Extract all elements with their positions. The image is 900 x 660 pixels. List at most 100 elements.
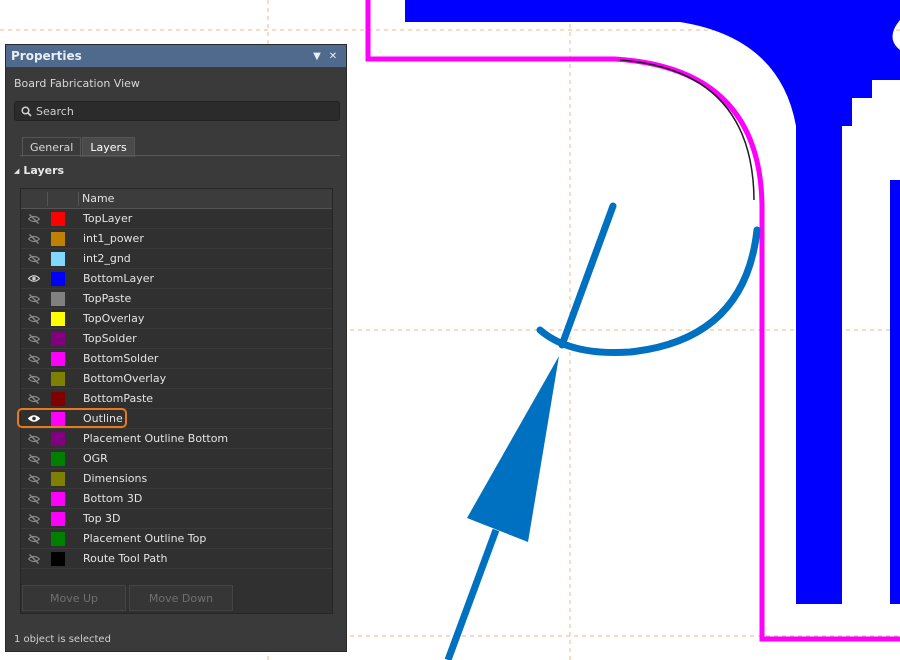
eye-hidden-icon[interactable] <box>21 513 47 524</box>
layer-color-swatch[interactable] <box>51 511 65 526</box>
layer-color-swatch[interactable] <box>51 491 65 506</box>
eye-hidden-icon[interactable] <box>21 233 47 244</box>
layer-name: BottomOverlay <box>83 372 167 385</box>
layer-row[interactable]: int1_power <box>21 229 332 249</box>
layer-row[interactable]: TopSolder <box>21 329 332 349</box>
bottom-layer-copper-stub <box>890 180 900 604</box>
eye-hidden-icon[interactable] <box>21 313 47 324</box>
section-title: Layers <box>23 164 65 177</box>
layers-table-header: Name <box>21 189 332 209</box>
menu-dropdown-icon[interactable]: ▼ <box>310 51 324 62</box>
eye-hidden-icon[interactable] <box>21 373 47 384</box>
layer-color-swatch[interactable] <box>51 471 65 486</box>
layer-row[interactable]: BottomSolder <box>21 349 332 369</box>
layers-table: Name TopLayer int1_power int2_gnd BottomLay… <box>17 188 333 614</box>
eye-hidden-icon[interactable] <box>21 493 47 504</box>
layer-color-swatch[interactable] <box>51 331 65 346</box>
layer-name: OGR <box>83 452 108 465</box>
visibility-column-header[interactable] <box>21 191 48 206</box>
layer-name: TopOverlay <box>83 312 145 325</box>
color-column-header[interactable] <box>48 191 79 206</box>
eye-hidden-icon[interactable] <box>21 453 47 464</box>
panel-title: Properties <box>11 49 82 63</box>
layer-row[interactable]: Placement Outline Top <box>21 529 332 549</box>
layer-color-swatch[interactable] <box>51 291 65 306</box>
eye-hidden-icon[interactable] <box>21 353 47 364</box>
layer-color-swatch[interactable] <box>51 311 65 326</box>
layer-row[interactable]: OGR <box>21 449 332 469</box>
layer-name: TopLayer <box>83 212 133 225</box>
layer-name: Route Tool Path <box>83 552 168 565</box>
layer-name: BottomSolder <box>83 352 159 365</box>
close-icon[interactable]: ✕ <box>326 51 340 62</box>
eye-hidden-icon[interactable] <box>21 253 47 264</box>
eye-hidden-icon[interactable] <box>21 213 47 224</box>
properties-panel: Properties ▼ ✕ Board Fabrication View Ge… <box>5 44 347 652</box>
layer-name: BottomPaste <box>83 392 154 405</box>
layer-buttons: Move Up Move Down <box>20 581 333 615</box>
selection-highlight <box>17 408 127 428</box>
move-up-button[interactable]: Move Up <box>22 585 126 611</box>
layer-color-swatch[interactable] <box>51 531 65 546</box>
layer-row[interactable]: TopOverlay <box>21 309 332 329</box>
layer-color-swatch[interactable] <box>51 351 65 366</box>
eye-hidden-icon[interactable] <box>21 433 47 444</box>
board-outline-shadow <box>619 59 755 201</box>
eye-icon[interactable] <box>21 274 47 283</box>
layer-color-swatch[interactable] <box>51 211 65 226</box>
panel-subtitle: Board Fabrication View <box>14 77 140 90</box>
eye-hidden-icon[interactable] <box>21 393 47 404</box>
dimension-arrowhead[interactable] <box>467 356 559 542</box>
layer-row[interactable]: TopPaste <box>21 289 332 309</box>
move-down-button[interactable]: Move Down <box>129 585 233 611</box>
layer-color-swatch[interactable] <box>51 551 65 566</box>
layer-row[interactable]: int2_gnd <box>21 249 332 269</box>
layer-row[interactable]: Bottom 3D <box>21 489 332 509</box>
layer-row[interactable]: Outline <box>17 408 332 429</box>
layer-name: Bottom 3D <box>83 492 143 505</box>
layers-section-header[interactable]: ◢ Layers <box>14 164 64 177</box>
collapse-caret-icon[interactable]: ◢ <box>14 167 19 175</box>
layer-row[interactable]: BottomPaste <box>21 389 332 409</box>
eye-hidden-icon[interactable] <box>21 553 47 564</box>
layer-color-swatch[interactable] <box>51 371 65 386</box>
layer-name: Placement Outline Bottom <box>83 432 229 445</box>
layer-name: Top 3D <box>83 512 121 525</box>
status-text: 1 object is selected <box>14 634 111 645</box>
layer-color-swatch[interactable] <box>51 451 65 466</box>
layer-row[interactable]: TopLayer <box>21 209 332 229</box>
layer-row[interactable]: Top 3D <box>21 509 332 529</box>
layer-name: TopPaste <box>83 292 132 305</box>
search-icon <box>21 105 32 117</box>
layer-name: TopSolder <box>83 332 137 345</box>
layer-color-swatch[interactable] <box>51 431 65 446</box>
layer-color-swatch[interactable] <box>51 251 65 266</box>
dimension-leader-bottom[interactable] <box>444 528 500 660</box>
layer-row[interactable]: BottomLayer <box>21 269 332 289</box>
layer-name: int1_power <box>83 232 144 245</box>
layer-name: int2_gnd <box>83 252 131 265</box>
eye-hidden-icon[interactable] <box>21 293 47 304</box>
tab-layers[interactable]: Layers <box>82 137 135 157</box>
name-column-header[interactable]: Name <box>79 192 114 205</box>
search-box[interactable] <box>14 101 340 121</box>
search-input[interactable] <box>32 103 318 119</box>
layer-color-swatch[interactable] <box>51 231 65 246</box>
eye-hidden-icon[interactable] <box>21 333 47 344</box>
layer-row[interactable]: Placement Outline Bottom <box>21 429 332 449</box>
layer-row[interactable]: BottomOverlay <box>21 369 332 389</box>
panel-tabs: General Layers <box>22 137 136 157</box>
dimension-arc[interactable] <box>536 226 761 356</box>
layer-color-swatch[interactable] <box>51 391 65 406</box>
panel-titlebar[interactable]: Properties ▼ ✕ <box>6 45 346 67</box>
eye-hidden-icon[interactable] <box>21 473 47 484</box>
tab-divider <box>20 155 340 156</box>
layer-name: Dimensions <box>83 472 148 485</box>
layer-row[interactable]: Dimensions <box>21 469 332 489</box>
layer-rows: TopLayer int1_power int2_gnd BottomLayer Top… <box>17 209 332 569</box>
layer-name: Placement Outline Top <box>83 532 207 545</box>
layer-row[interactable]: Route Tool Path <box>21 549 332 569</box>
tab-general[interactable]: General <box>22 137 82 157</box>
eye-hidden-icon[interactable] <box>21 533 47 544</box>
layer-color-swatch[interactable] <box>51 271 65 286</box>
